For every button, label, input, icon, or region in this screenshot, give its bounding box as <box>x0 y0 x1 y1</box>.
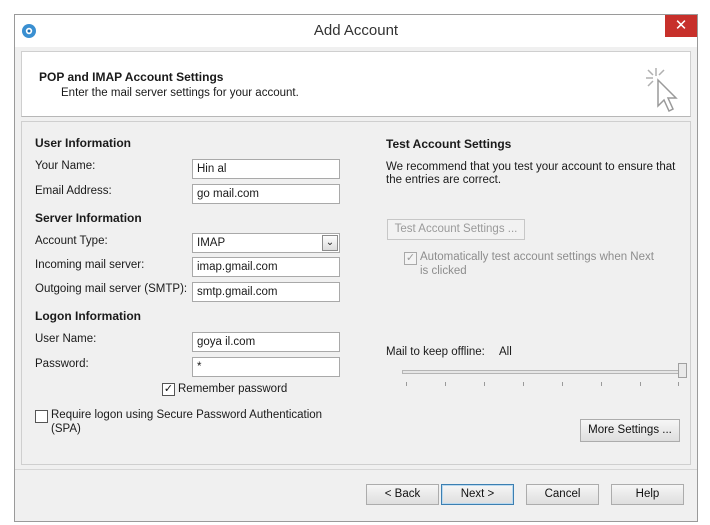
test-description-line2: the entries are correct. <box>386 174 502 186</box>
next-button[interactable]: Next > <box>441 484 514 505</box>
offline-label: Mail to keep offline: <box>386 346 485 358</box>
incoming-server-field[interactable]: imap.gmail.com <box>192 257 340 277</box>
header-subtitle: Enter the mail server settings for your … <box>61 87 299 99</box>
more-settings-button[interactable]: More Settings ... <box>580 419 680 442</box>
account-type-value: IMAP <box>197 237 226 249</box>
settings-content: User Information Your Name: Hin al Email… <box>21 121 691 465</box>
footer-divider <box>15 469 697 470</box>
slider-tick <box>445 382 446 386</box>
spa-label-line1: Require logon using Secure Password Auth… <box>51 409 323 421</box>
window-title: Add Account <box>313 22 399 39</box>
click-cursor-icon <box>646 68 678 113</box>
offline-slider-track[interactable] <box>402 370 682 374</box>
email-address-field[interactable]: go mail.com <box>192 184 340 204</box>
email-address-label: Email Address: <box>35 185 112 197</box>
offline-value: All <box>499 346 512 358</box>
help-button[interactable]: Help <box>611 484 684 505</box>
outgoing-server-label: Outgoing mail server (SMTP): <box>35 283 188 295</box>
chevron-down-icon[interactable]: ⌄ <box>322 235 338 251</box>
server-info-heading: Server Information <box>35 211 142 225</box>
remember-password-label: Remember password <box>178 383 288 395</box>
password-label: Password: <box>35 358 89 370</box>
outgoing-server-field[interactable]: smtp.gmail.com <box>192 282 340 302</box>
header-panel: POP and IMAP Account Settings Enter the … <box>21 51 691 117</box>
header-title: POP and IMAP Account Settings <box>39 70 224 84</box>
incoming-server-label: Incoming mail server: <box>35 259 145 271</box>
remember-password-checkbox[interactable]: ✓ <box>162 383 175 396</box>
slider-tick <box>562 382 563 386</box>
add-account-dialog: Add Account ✕ POP and IMAP Account Setti… <box>14 14 698 522</box>
close-button[interactable]: ✕ <box>665 15 697 37</box>
slider-tick <box>640 382 641 386</box>
test-description-line1: We recommend that you test your account … <box>386 161 676 173</box>
username-label: User Name: <box>35 333 97 345</box>
slider-tick <box>678 382 679 386</box>
account-type-label: Account Type: <box>35 235 108 247</box>
username-field[interactable]: goya il.com <box>192 332 340 352</box>
slider-tick <box>484 382 485 386</box>
account-type-select[interactable]: IMAP ⌄ <box>192 233 340 253</box>
title-bar: Add Account ✕ <box>15 15 697 47</box>
slider-tick <box>601 382 602 386</box>
slider-tick <box>523 382 524 386</box>
spa-label-line2: (SPA) <box>51 423 81 435</box>
back-button[interactable]: < Back <box>366 484 439 505</box>
test-settings-heading: Test Account Settings <box>386 137 512 151</box>
password-field[interactable]: * <box>192 357 340 377</box>
slider-tick <box>406 382 407 386</box>
offline-slider-thumb[interactable] <box>678 363 687 378</box>
auto-test-label-line2: is clicked <box>420 265 467 277</box>
test-account-settings-button[interactable]: Test Account Settings ... <box>387 219 525 240</box>
logon-info-heading: Logon Information <box>35 309 141 323</box>
your-name-label: Your Name: <box>35 160 96 172</box>
auto-test-label-line1: Automatically test account settings when… <box>420 251 654 263</box>
user-info-heading: User Information <box>35 136 132 150</box>
cancel-button[interactable]: Cancel <box>526 484 599 505</box>
spa-checkbox[interactable] <box>35 410 48 423</box>
auto-test-checkbox[interactable]: ✓ <box>404 252 417 265</box>
your-name-field[interactable]: Hin al <box>192 159 340 179</box>
